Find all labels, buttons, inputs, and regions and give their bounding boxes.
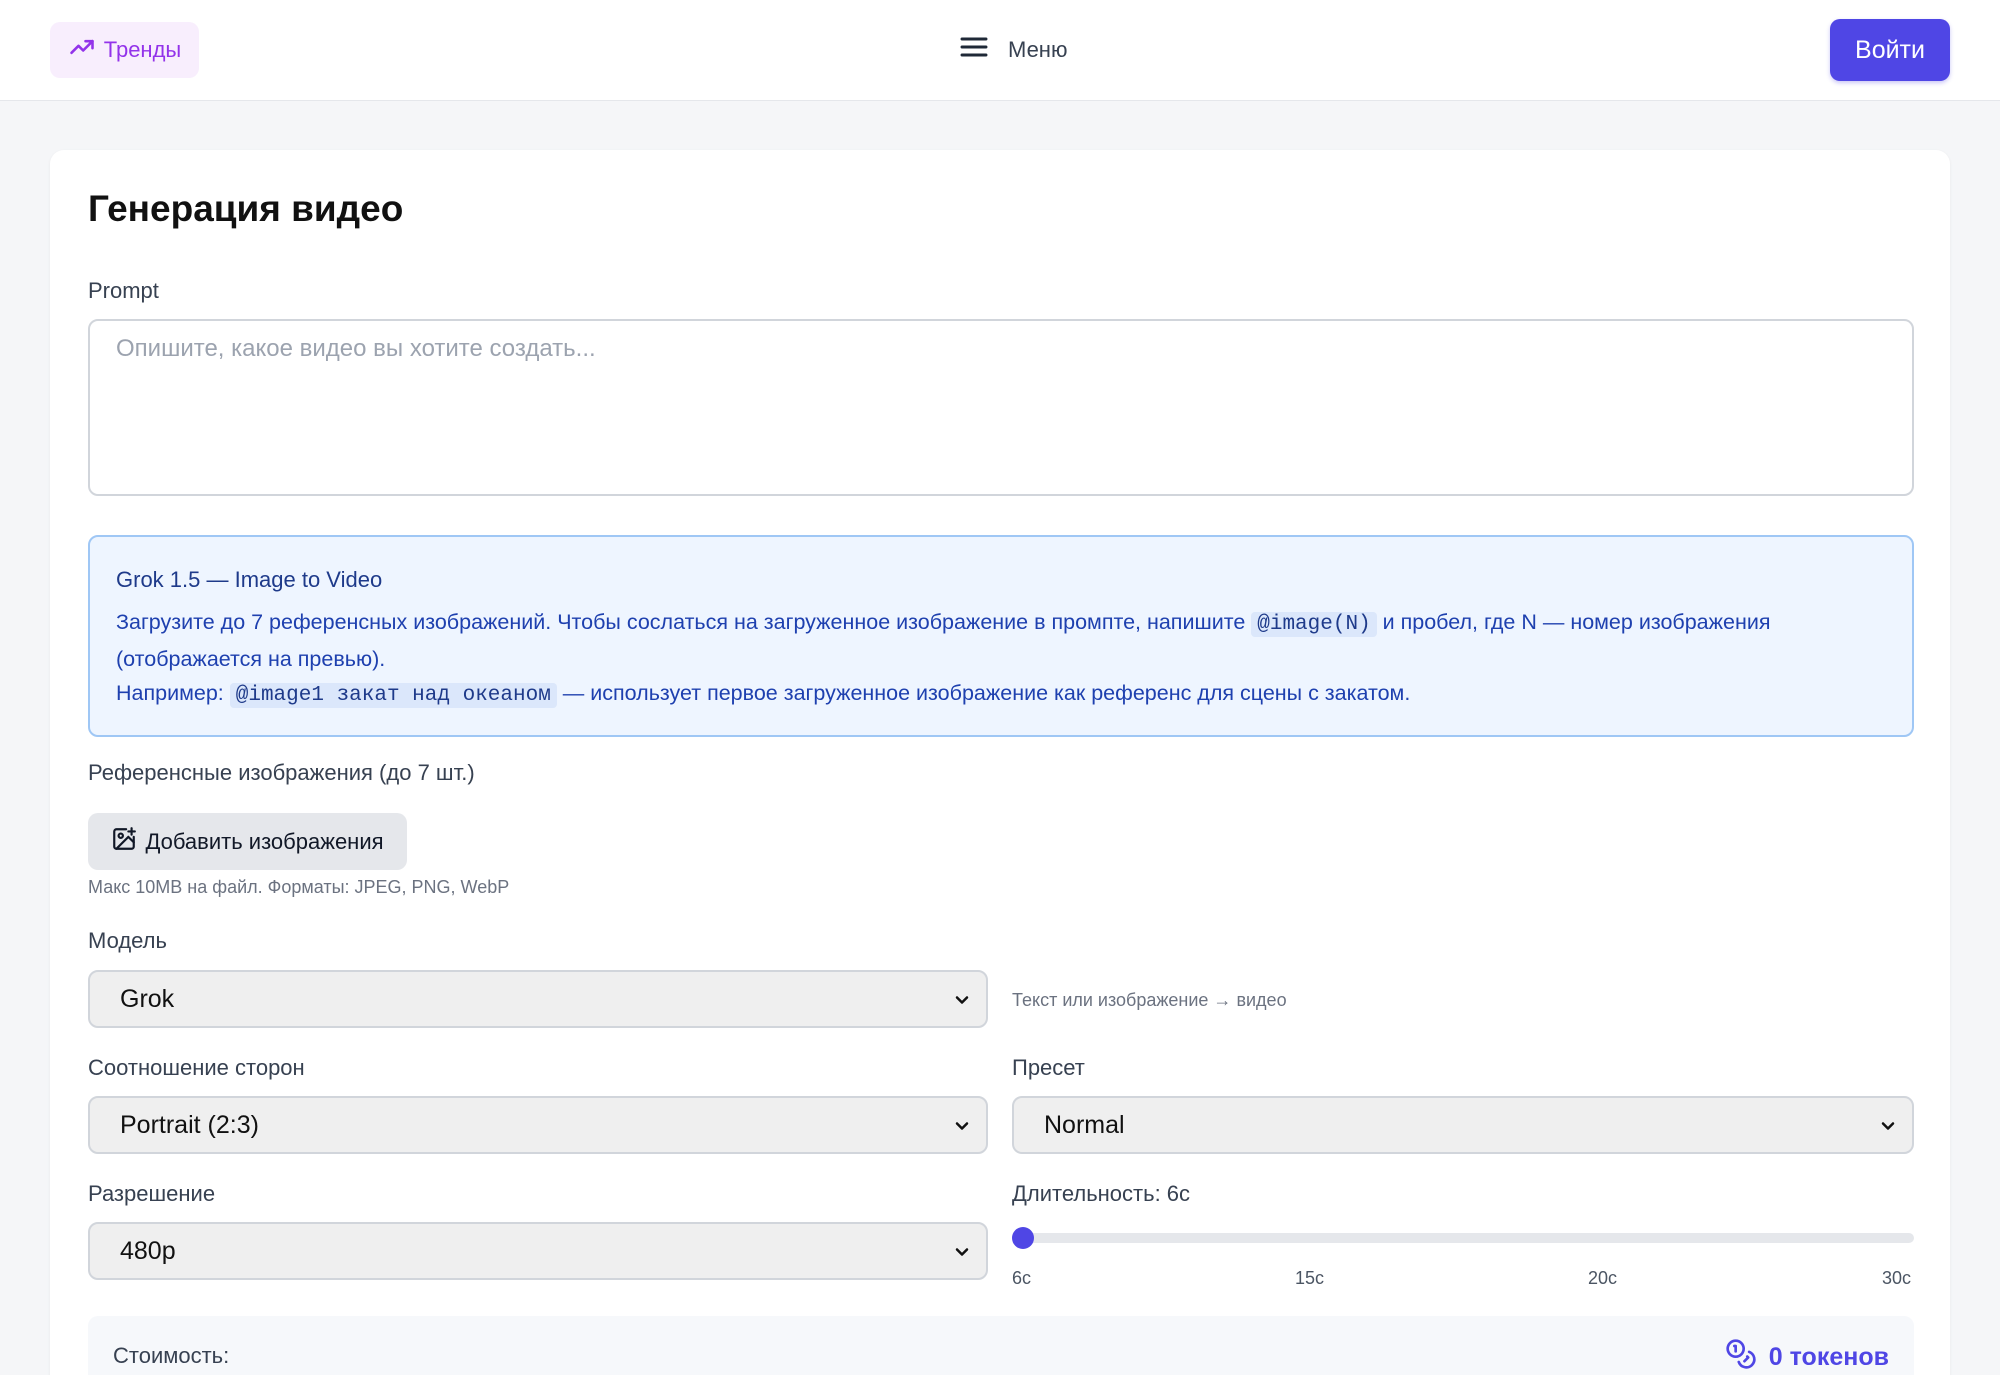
trends-button[interactable]: Тренды	[50, 22, 199, 78]
menu-button[interactable]: Меню	[958, 30, 1067, 70]
info-title: Grok 1.5 — Image to Video	[116, 567, 383, 592]
upload-hint: Макс 10MB на файл. Форматы: JPEG, PNG, W…	[88, 877, 510, 897]
video-generation-card: Генерация видео Prompt Grok 1.5 — Image …	[50, 150, 1950, 1375]
prompt-label: Prompt	[88, 278, 159, 303]
model-selected-value: Grok	[120, 984, 175, 1013]
add-images-button[interactable]: Добавить изображения	[88, 813, 407, 870]
chevron-down-icon	[955, 1122, 969, 1130]
info-panel: Grok 1.5 — Image to Video Загрузите до 7…	[88, 535, 1914, 737]
model-hint: Текст или изображение → видео	[1012, 990, 1287, 1010]
duration-tick: 20с	[1588, 1268, 1618, 1288]
example-code: @image1 закат над океаном	[229, 683, 557, 708]
cost-label: Стоимость:	[113, 1343, 230, 1368]
resolution-selected-value: 480p	[120, 1236, 176, 1265]
references-label: Референсные изображения (до 7 шт.)	[88, 760, 475, 785]
prompt-input[interactable]	[88, 319, 1914, 496]
page-title: Генерация видео	[88, 188, 404, 229]
cost-value-group: 0 токенов	[1725, 1338, 1889, 1375]
aspect-ratio-selected-value: Portrait (2:3)	[120, 1110, 259, 1139]
duration-tick: 30с	[1882, 1268, 1912, 1288]
login-button[interactable]: Войти	[1830, 19, 1950, 81]
info-line-2-text-a: Например:	[116, 681, 230, 705]
hamburger-menu-icon	[958, 31, 990, 69]
image-plus-icon	[111, 826, 137, 858]
duration-slider-track[interactable]	[1012, 1233, 1914, 1243]
info-line-1-text-a: Загрузите до 7 референсных изображений. …	[116, 610, 1252, 634]
duration-tick: 15с	[1295, 1268, 1325, 1288]
cost-panel: Стоимость: 0 токенов	[88, 1316, 1914, 1375]
chevron-down-icon	[1881, 1122, 1895, 1130]
model-label: Модель	[88, 928, 167, 953]
preset-select[interactable]: Normal	[1012, 1096, 1914, 1154]
info-line-2-text-b: — использует первое загруженное изображе…	[556, 681, 1411, 705]
menu-label: Меню	[1008, 37, 1068, 62]
duration-slider-thumb[interactable]	[1012, 1227, 1034, 1249]
duration-tick: 6с	[1012, 1268, 1032, 1288]
info-line-1: Загрузите до 7 референсных изображений. …	[116, 605, 1886, 676]
chevron-down-icon	[955, 1248, 969, 1256]
duration-label: Длительность: 6с	[1012, 1181, 1191, 1206]
image-ref-syntax-code: @image(N)	[1251, 612, 1377, 637]
preset-selected-value: Normal	[1044, 1110, 1125, 1139]
info-line-2: Например: @image1 закат над океаном — ис…	[116, 676, 1886, 713]
resolution-select[interactable]: 480p	[88, 1222, 988, 1280]
resolution-label: Разрешение	[88, 1181, 216, 1206]
aspect-ratio-select[interactable]: Portrait (2:3)	[88, 1096, 988, 1154]
trending-up-icon	[68, 33, 96, 67]
model-select[interactable]: Grok	[88, 970, 988, 1028]
aspect-ratio-label: Соотношение сторон	[88, 1055, 305, 1080]
coins-icon	[1725, 1338, 1757, 1375]
top-header: Тренды Меню Войти	[0, 0, 2000, 101]
cost-value: 0 токенов	[1768, 1343, 1889, 1371]
chevron-down-icon	[955, 996, 969, 1004]
preset-label: Пресет	[1012, 1055, 1085, 1080]
add-images-label: Добавить изображения	[145, 828, 384, 854]
trends-label: Тренды	[103, 37, 182, 62]
